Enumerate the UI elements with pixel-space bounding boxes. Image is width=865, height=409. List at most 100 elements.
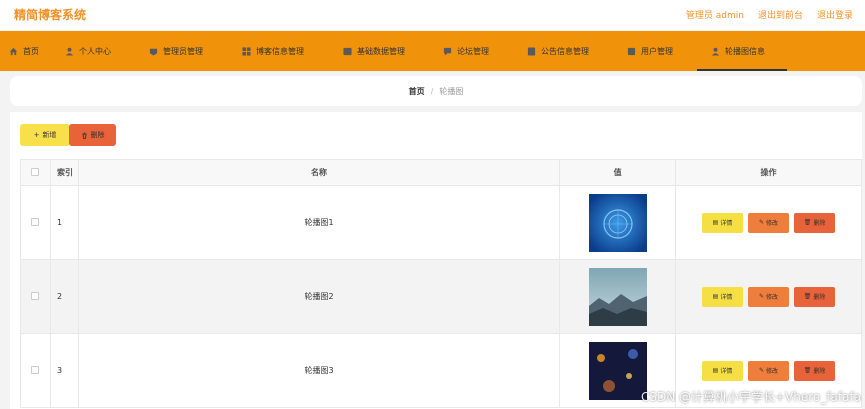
header-name: 名称 [77,159,561,186]
row-checkbox[interactable] [31,365,40,374]
header-actions: 操作 [675,159,862,186]
detail-label: 详情 [720,368,733,375]
nav-item-forum[interactable]: 论坛管理 [443,31,489,71]
row-index: 2 [49,259,79,334]
add-button[interactable]: + 新增 [20,124,70,146]
edit-icon: ✎ [758,293,765,300]
breadcrumb: 首页 / 轮播图 [10,76,862,106]
carousel-image[interactable] [588,193,647,252]
brand-title: 精简博客系统 [14,8,87,22]
breadcrumb-separator: / [430,86,434,96]
nav-item-carousel[interactable]: 轮播图信息 [697,31,787,71]
carousel-icon [711,47,720,56]
header-value: 值 [559,159,677,186]
row-name: 轮播图2 [77,259,561,334]
edit-button[interactable]: ✎ 修改 [748,286,790,307]
trash-icon: 🗑 [803,293,812,300]
row-image-cell [559,259,677,334]
edit-button[interactable]: ✎ 修改 [748,360,790,381]
detail-label: 详情 [720,220,733,227]
row-index: 3 [49,333,79,408]
doc-icon: ▤ [712,219,719,226]
top-links: 管理员 admin 退出到前台 退出登录 [686,8,853,21]
users-icon [627,47,636,55]
nav-label: 轮播图信息 [725,46,765,56]
grid-icon [242,46,251,56]
nav-label: 公告信息管理 [541,46,589,56]
breadcrumb-home[interactable]: 首页 [409,86,425,97]
select-all-cell [20,159,51,186]
delete-label: 删除 [813,220,826,227]
nav-item-blog[interactable]: 博客信息管理 [242,31,304,71]
edit-icon: ✎ [758,219,765,226]
logout-link[interactable]: 退出登录 [817,8,853,21]
watermark: CSDN @计算机小宇学长+Vhero_fafafa [640,390,861,404]
trash-icon [81,132,87,139]
row-checkbox[interactable] [31,291,40,300]
row-name: 轮播图1 [77,185,561,260]
top-header: 精简博客系统 管理员 admin 退出到前台 退出登录 [0,0,865,30]
nav-item-users[interactable]: 用户管理 [627,31,673,71]
nav-label: 论坛管理 [457,46,489,56]
plus-icon: + [33,131,40,139]
row-select-cell [20,333,51,408]
nav-label: 用户管理 [641,46,673,56]
trash-icon: 🗑 [803,219,812,226]
doc-icon: ▤ [712,293,719,300]
delete-label: 删除 [813,294,826,301]
carousel-image[interactable] [588,267,647,326]
header-index: 索引 [49,159,79,186]
edit-button[interactable]: ✎ 修改 [748,212,790,233]
row-select-cell [20,185,51,260]
bulk-delete-label: 删除 [90,131,105,139]
detail-button[interactable]: ▤ 详情 [702,360,744,381]
breadcrumb-current: 轮播图 [439,86,464,96]
nav-label: 基础数据管理 [357,46,405,56]
row-checkbox[interactable] [31,217,40,226]
bulk-delete-button[interactable]: 删除 [69,124,116,146]
database-icon [343,47,352,55]
edit-icon: ✎ [758,367,765,374]
row-name: 轮播图3 [77,333,561,408]
nav-item-notice[interactable]: 公告信息管理 [527,31,589,71]
admin-label: 管理员 admin [685,11,744,21]
add-button-label: 新增 [42,131,57,139]
detail-button[interactable]: ▤ 详情 [702,212,744,233]
table-row: 2 轮播图2 ▤ 详情 ✎ 修改 🗑 删除 [20,259,862,334]
forum-icon [443,47,452,56]
home-icon [9,47,18,55]
carousel-image[interactable] [588,341,647,400]
delete-button[interactable]: 🗑 删除 [794,212,836,233]
delete-label: 删除 [813,368,826,375]
edit-label: 修改 [766,294,779,301]
doc-icon: ▤ [712,367,719,374]
nav-label: 管理员管理 [163,46,203,56]
row-select-cell [20,259,51,334]
table-row: 1 轮播图1 ▤ 详情 ✎ 修改 🗑 删除 [20,185,862,260]
edit-label: 修改 [766,220,779,227]
detail-button[interactable]: ▤ 详情 [702,286,744,307]
back-to-frontend-link[interactable]: 退出到前台 [758,8,803,21]
nav-item-basic-data[interactable]: 基础数据管理 [343,31,405,71]
delete-button[interactable]: 🗑 删除 [794,360,836,381]
row-actions: ▤ 详情 ✎ 修改 🗑 删除 [675,259,862,334]
edit-label: 修改 [766,368,779,375]
row-actions: ▤ 详情 ✎ 修改 🗑 删除 [675,185,862,260]
admin-icon [149,48,158,56]
row-index: 1 [49,185,79,260]
select-all-checkbox[interactable] [31,167,40,176]
nav-item-profile[interactable]: 个人中心 [65,31,111,71]
detail-label: 详情 [720,294,733,301]
delete-button[interactable]: 🗑 删除 [794,286,836,307]
user-icon [65,47,74,56]
nav-label: 博客信息管理 [256,46,304,56]
notice-icon [527,46,536,56]
trash-icon: 🗑 [803,367,812,374]
carousel-table: 索引 名称 值 操作 1 轮播图1 ▤ 详情 ✎ 修改 🗑 删除 2 轮播图2 … [20,159,862,408]
nav-label: 首页 [23,46,39,56]
nav-item-home[interactable]: 首页 [9,31,39,71]
main-nav: 首页 个人中心 管理员管理 博客信息管理 基础数据管理 论坛管理 公告信息管理 … [0,31,865,71]
nav-label: 个人中心 [79,46,111,56]
row-image-cell [559,185,677,260]
nav-item-admin[interactable]: 管理员管理 [149,31,203,71]
